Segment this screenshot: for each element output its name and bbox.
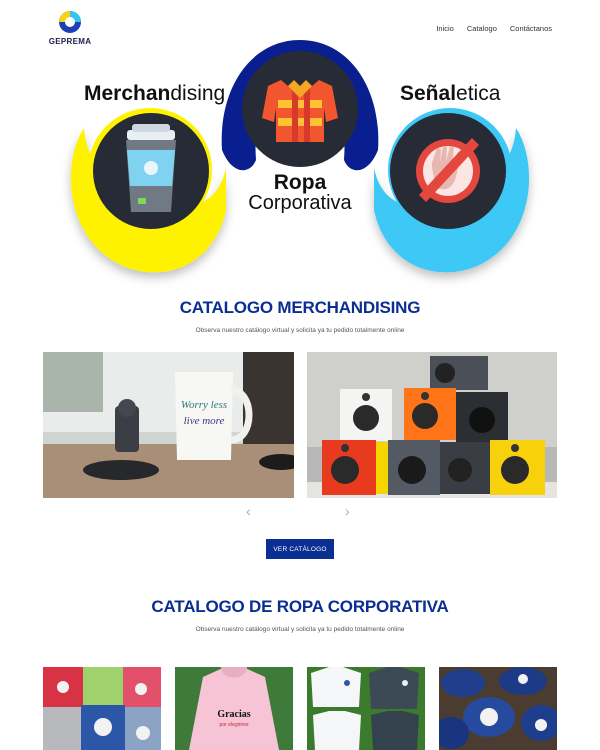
svg-text:por elegirnos: por elegirnos [220,722,249,728]
ropa-section-subtitle: Observa nuestro catálogo virtual y solic… [195,626,405,633]
photo-speakers [307,352,557,498]
ropa-corporativa-label: Ropa Corporativa [248,171,352,214]
hero-graphic [70,40,530,273]
photo-hoodies-pile [43,667,161,750]
senaletica-label: Señaletica [400,82,501,105]
coffee-cup-icon [126,124,176,212]
photo-mug: Worry less live more [43,352,294,498]
merch-section-title: CATALOGO MERCHANDISING [179,298,421,317]
merchandising-label: Merchandising [84,82,226,105]
ropa-section-title: CATALOGO DE ROPA CORPORATIVA [151,597,449,616]
photo-polo-shirts [307,667,425,750]
photo-caps [439,667,557,750]
svg-text:Gracias: Gracias [217,709,250,720]
merch-section-subtitle: Observa nuestro catálogo virtual y solic… [195,327,405,334]
carousel-next-button[interactable]: › [345,504,350,518]
svg-text:Worry less: Worry less [181,399,227,411]
hero-banner: Merchandising Señaletica Ropa Corporativ… [0,0,600,290]
photo-pink-hoodie: Gracias por elegirnos [175,667,293,750]
carousel-prev-button[interactable]: ‹ [246,504,251,518]
svg-text:live more: live more [184,415,225,427]
view-catalog-button[interactable]: VER CATÁLOGO [266,539,334,559]
